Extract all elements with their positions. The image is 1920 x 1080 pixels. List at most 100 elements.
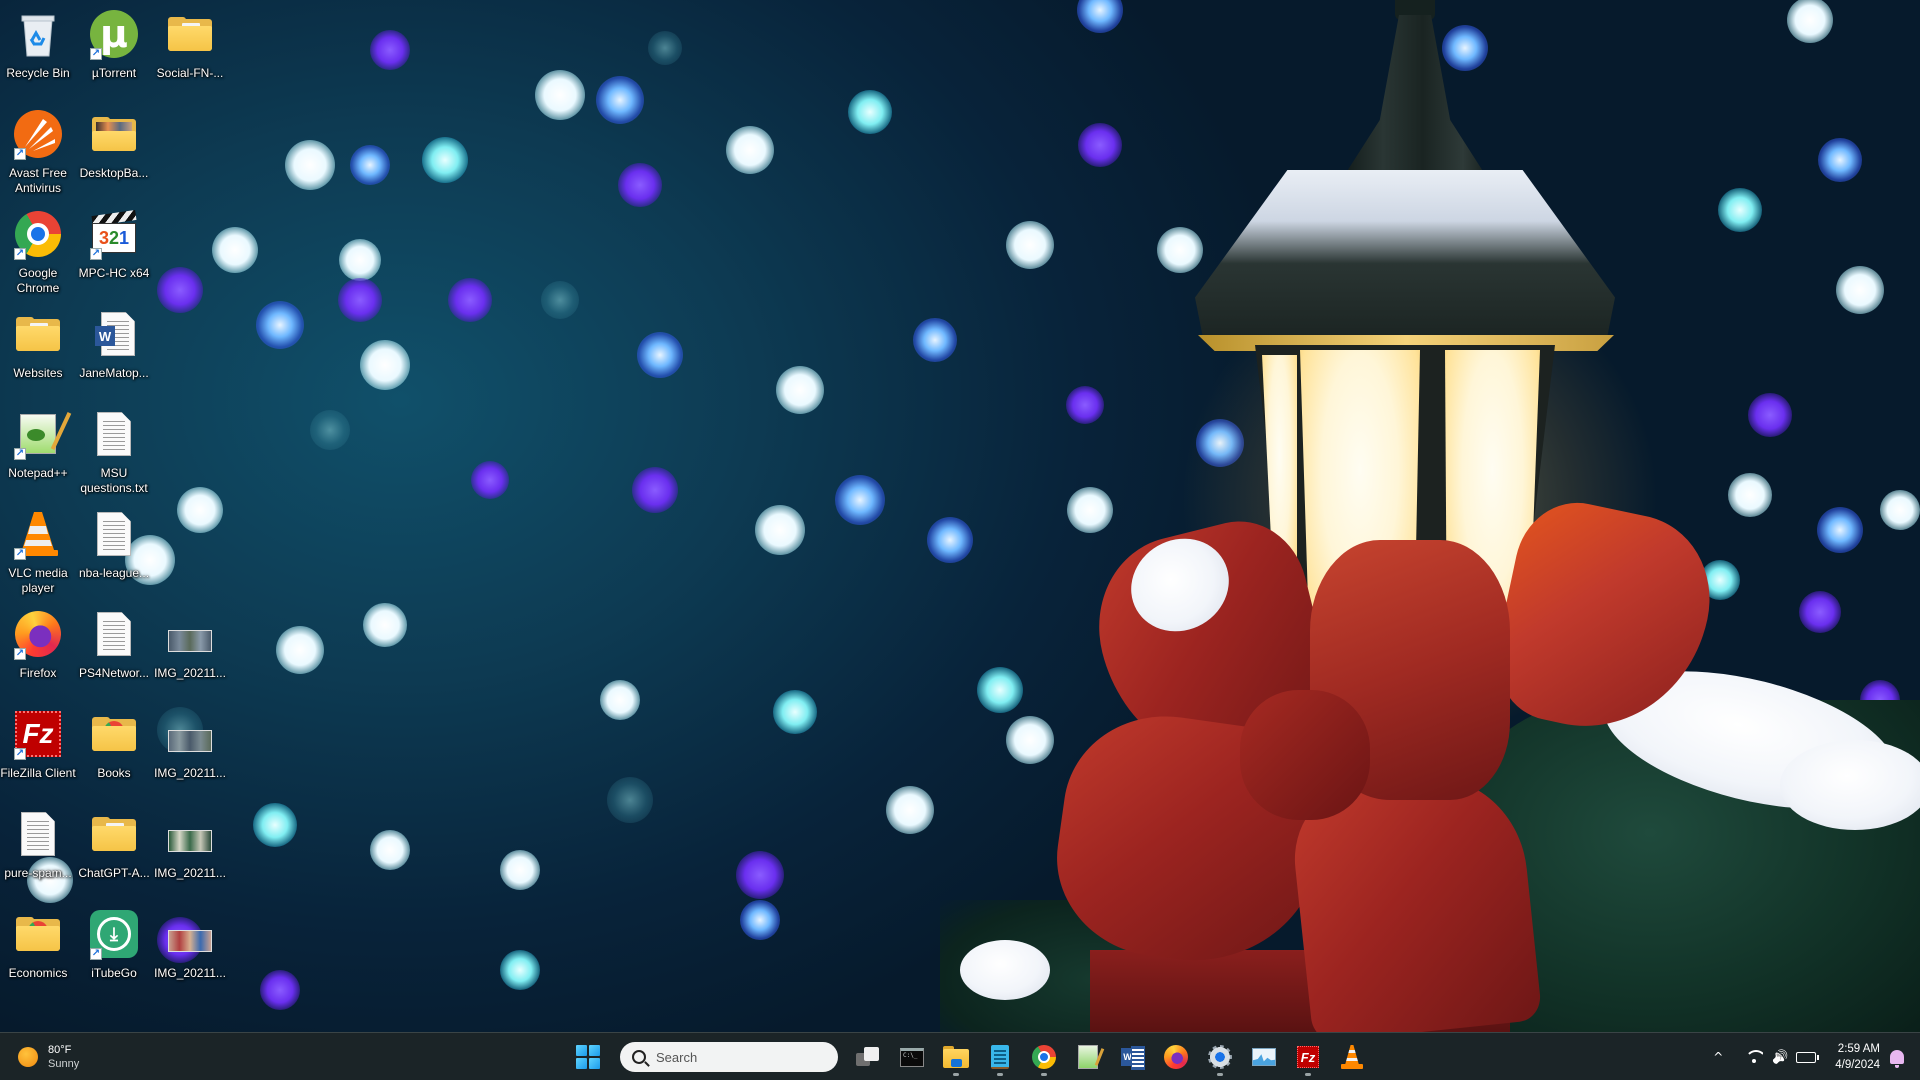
desktop-icon-pure-spam[interactable]: pure-spam...: [0, 804, 76, 881]
desktop-icon-firefox[interactable]: ↗ Firefox: [0, 604, 76, 681]
battery-button[interactable]: [1793, 1051, 1820, 1063]
bokeh-light: [886, 786, 934, 834]
bokeh-light: [1718, 188, 1762, 232]
bokeh-light: [1818, 138, 1862, 182]
taskbar-file-explorer[interactable]: [934, 1037, 978, 1077]
vlc-icon: [1341, 1045, 1363, 1069]
image-thumbnail-icon: [164, 708, 216, 760]
chevron-up-icon: ^: [1713, 1050, 1724, 1064]
bokeh-light: [422, 137, 468, 183]
performance-monitor-icon: [1252, 1048, 1276, 1066]
taskbar-firefox[interactable]: [1154, 1037, 1198, 1077]
volume-button[interactable]: 🔊: [1767, 1050, 1793, 1065]
desktop-icon-mpc-hc[interactable]: 321 ↗ MPC-HC x64: [76, 204, 152, 281]
taskbar-filezilla[interactable]: Fz: [1286, 1037, 1330, 1077]
desktop-icon-vlc[interactable]: ↗ VLC media player: [0, 504, 76, 596]
desktop-icon-ps4network[interactable]: PS4Networ...: [76, 604, 152, 681]
bokeh-light: [1880, 490, 1920, 530]
weather-temperature: 80°F: [48, 1044, 72, 1056]
desktop-icon-img-3[interactable]: IMG_20211...: [152, 804, 228, 881]
bokeh-light: [471, 461, 509, 499]
bokeh-light: [535, 70, 585, 120]
taskbar-task-view[interactable]: [846, 1037, 890, 1077]
folder-icon: [164, 8, 216, 60]
show-hidden-icons-button[interactable]: ^: [1705, 1050, 1731, 1064]
running-indicator: [1041, 1073, 1047, 1076]
taskbar-settings[interactable]: [1198, 1037, 1242, 1077]
text-file-icon: [88, 508, 140, 560]
red-bow-knot: [1240, 690, 1370, 820]
filezilla-icon: Fz ↗: [12, 708, 64, 760]
desktop-icon-utorrent[interactable]: µ ↗ µTorrent: [76, 4, 152, 81]
snow-clump: [960, 940, 1050, 1000]
command-prompt-icon: C:\_: [900, 1047, 924, 1067]
desktop-icon-recycle-bin[interactable]: Recycle Bin: [0, 4, 76, 81]
desktop-icon-social-fn[interactable]: Social-FN-...: [152, 4, 228, 81]
desktop-icon-economics[interactable]: Economics: [0, 904, 76, 981]
bokeh-light: [1157, 227, 1203, 273]
taskbar-command-prompt[interactable]: C:\_: [890, 1037, 934, 1077]
bokeh-light: [913, 318, 957, 362]
taskbar-notepad-plus-plus[interactable]: [1066, 1037, 1110, 1077]
itubego-icon: ⤓ ↗: [88, 908, 140, 960]
desktop-icon-books[interactable]: Books: [76, 704, 152, 781]
bokeh-light: [848, 90, 892, 134]
notification-bell-icon[interactable]: [1890, 1050, 1904, 1068]
taskbar-search-input[interactable]: [656, 1049, 806, 1065]
start-button[interactable]: [566, 1037, 610, 1077]
bokeh-light: [607, 777, 653, 823]
vlc-icon: ↗: [12, 508, 64, 560]
filezilla-icon: Fz: [1297, 1046, 1319, 1068]
taskbar-notepad[interactable]: [978, 1037, 1022, 1077]
bokeh-light: [835, 475, 885, 525]
bokeh-light: [755, 505, 805, 555]
taskbar-word[interactable]: [1110, 1037, 1154, 1077]
running-indicator: [1305, 1073, 1311, 1076]
taskbar-performance-monitor[interactable]: [1242, 1037, 1286, 1077]
bokeh-light: [541, 281, 579, 319]
desktop-icon-notepad-plus-plus[interactable]: ↗ Notepad++: [0, 404, 76, 481]
word-document-icon: W: [88, 308, 140, 360]
folder-chrome-icon: [88, 708, 140, 760]
taskbar-vlc[interactable]: [1330, 1037, 1374, 1077]
desktop-icon-janematop[interactable]: W JaneMatop...: [76, 304, 152, 381]
desktop-icon-msu-questions[interactable]: MSU questions.txt: [76, 404, 152, 496]
bokeh-light: [310, 410, 350, 450]
desktop-icon-filezilla[interactable]: Fz ↗ FileZilla Client: [0, 704, 76, 781]
desktop-icon-nba-league[interactable]: nba-league...: [76, 504, 152, 581]
bokeh-light: [648, 31, 682, 65]
bokeh-light: [1442, 25, 1488, 71]
clock-button[interactable]: 2:59 AM 4/9/2024: [1835, 1041, 1880, 1073]
bokeh-light: [596, 76, 644, 124]
desktop-icon-img-1[interactable]: IMG_20211...: [152, 604, 228, 681]
desktop-icon-websites[interactable]: Websites: [0, 304, 76, 381]
desktop-icon-itubego[interactable]: ⤓ ↗ iTubeGo: [76, 904, 152, 981]
desktop-icon-img-4[interactable]: IMG_20211...: [152, 904, 228, 981]
bokeh-light: [260, 970, 300, 1010]
desktop-icon-google-chrome[interactable]: ↗ Google Chrome: [0, 204, 76, 296]
weather-widget[interactable]: 80°F Sunny: [18, 1039, 79, 1075]
bokeh-light: [338, 278, 382, 322]
taskbar-chrome[interactable]: [1022, 1037, 1066, 1077]
desktop-icon-avast[interactable]: ↗ Avast Free Antivirus: [0, 104, 76, 196]
bokeh-light: [350, 145, 390, 185]
notepad-plus-plus-icon: [1078, 1045, 1098, 1069]
shortcut-arrow-icon: ↗: [14, 648, 26, 660]
speaker-icon: 🔊: [1772, 1049, 1789, 1065]
battery-charging-icon: [1796, 1051, 1820, 1063]
running-indicator: [953, 1073, 959, 1076]
taskbar-search-box[interactable]: [620, 1042, 838, 1072]
desktop-icon-chatgpt[interactable]: ChatGPT-A...: [76, 804, 152, 881]
image-thumbnail-icon: [164, 908, 216, 960]
bokeh-light: [1077, 0, 1123, 33]
network-button[interactable]: [1741, 1050, 1767, 1064]
snow-clump: [1780, 740, 1920, 830]
bokeh-light: [1006, 221, 1054, 269]
bokeh-light: [632, 467, 678, 513]
desktop-icon-desktopba[interactable]: DesktopBa...: [76, 104, 152, 181]
bokeh-light: [285, 140, 335, 190]
firefox-icon: [1164, 1045, 1188, 1069]
taskbar: 80°F Sunny C:\_: [0, 1032, 1920, 1080]
bokeh-light: [736, 851, 784, 899]
desktop-icon-img-2[interactable]: IMG_20211...: [152, 704, 228, 781]
